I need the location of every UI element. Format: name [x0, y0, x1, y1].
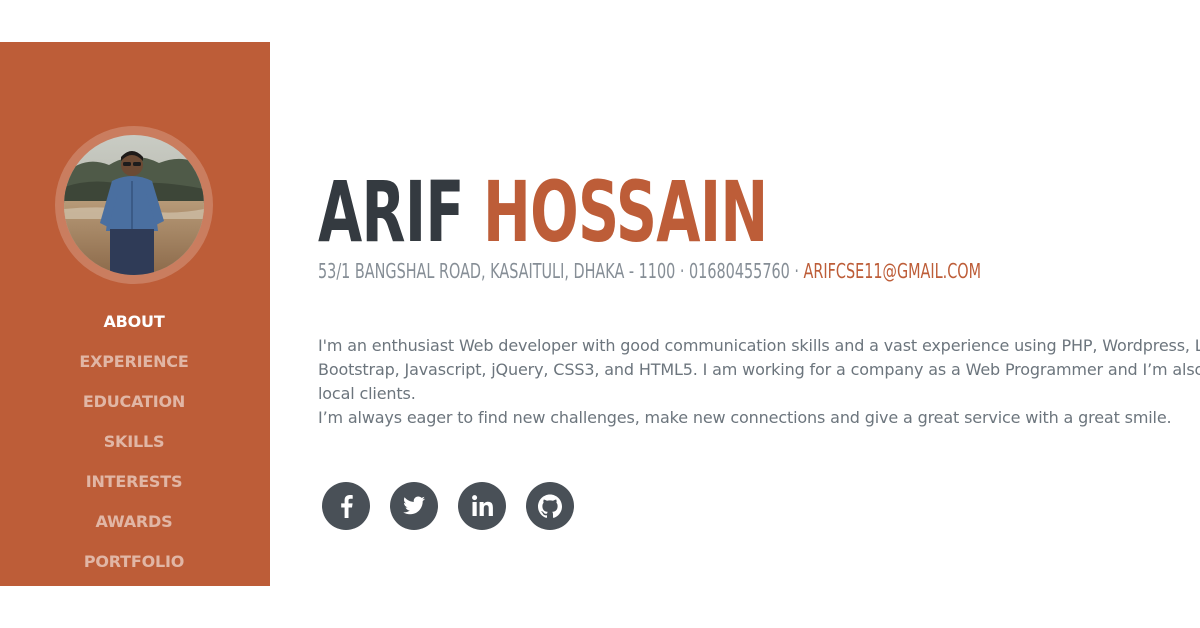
- avatar[interactable]: [64, 135, 204, 275]
- page-title: Arif Hossain: [318, 164, 768, 260]
- nav-link-interests[interactable]: Interests: [86, 472, 183, 491]
- about-section: Arif Hossain 53/1 Bangshal Road, Kasaitu…: [318, 0, 1200, 628]
- nav-link-experience[interactable]: Experience: [79, 352, 188, 371]
- email-link[interactable]: arifcse11@gmail.com: [804, 259, 982, 283]
- bio: I'm an enthusiast Web developer with goo…: [318, 334, 1200, 430]
- nav-item-skills: Skills: [0, 428, 268, 468]
- nav-item-interests: Interests: [0, 468, 268, 508]
- linkedin-button[interactable]: [458, 482, 506, 530]
- facebook-icon: [341, 495, 353, 518]
- nav-link-skills[interactable]: Skills: [104, 432, 165, 451]
- nav-item-portfolio: Portfolio: [0, 548, 268, 588]
- facebook-button[interactable]: [322, 482, 370, 530]
- sidebar-nav: About Experience Education Skills Intere…: [0, 308, 268, 588]
- nav-link-portfolio[interactable]: Portfolio: [84, 552, 185, 571]
- nav-item-experience: Experience: [0, 348, 268, 388]
- first-name: Arif: [318, 163, 464, 261]
- avatar-ring: [55, 126, 213, 284]
- last-name: Hossain: [482, 163, 768, 261]
- social-icons: [322, 482, 574, 530]
- bio-line: local clients.: [318, 384, 416, 403]
- nav-link-education[interactable]: Education: [83, 392, 185, 411]
- twitter-button[interactable]: [390, 482, 438, 530]
- phone: 01680455760: [689, 259, 790, 283]
- github-icon: [538, 494, 562, 518]
- sidebar: About Experience Education Skills Intere…: [0, 42, 270, 586]
- page: About Experience Education Skills Intere…: [0, 0, 1200, 628]
- address: 53/1 Bangshal Road, Kasaituli, Dhaka - 1…: [318, 259, 676, 283]
- bio-line: I’m always eager to find new challenges,…: [318, 408, 1172, 427]
- contact-line: 53/1 Bangshal Road, Kasaituli, Dhaka - 1…: [318, 258, 981, 284]
- github-button[interactable]: [526, 482, 574, 530]
- nav-item-awards: Awards: [0, 508, 268, 548]
- avatar-photo: [64, 135, 204, 275]
- separator: ·: [679, 259, 685, 283]
- nav-item-education: Education: [0, 388, 268, 428]
- nav-item-about: About: [0, 308, 268, 348]
- separator: ·: [794, 259, 799, 283]
- bio-line: Bootstrap, Javascript, jQuery, CSS3, and…: [318, 360, 1200, 379]
- twitter-icon: [403, 496, 425, 515]
- nav-link-about[interactable]: About: [103, 312, 164, 331]
- linkedin-icon: [472, 495, 493, 516]
- bio-line: I'm an enthusiast Web developer with goo…: [318, 336, 1200, 355]
- nav-link-awards[interactable]: Awards: [96, 512, 173, 531]
